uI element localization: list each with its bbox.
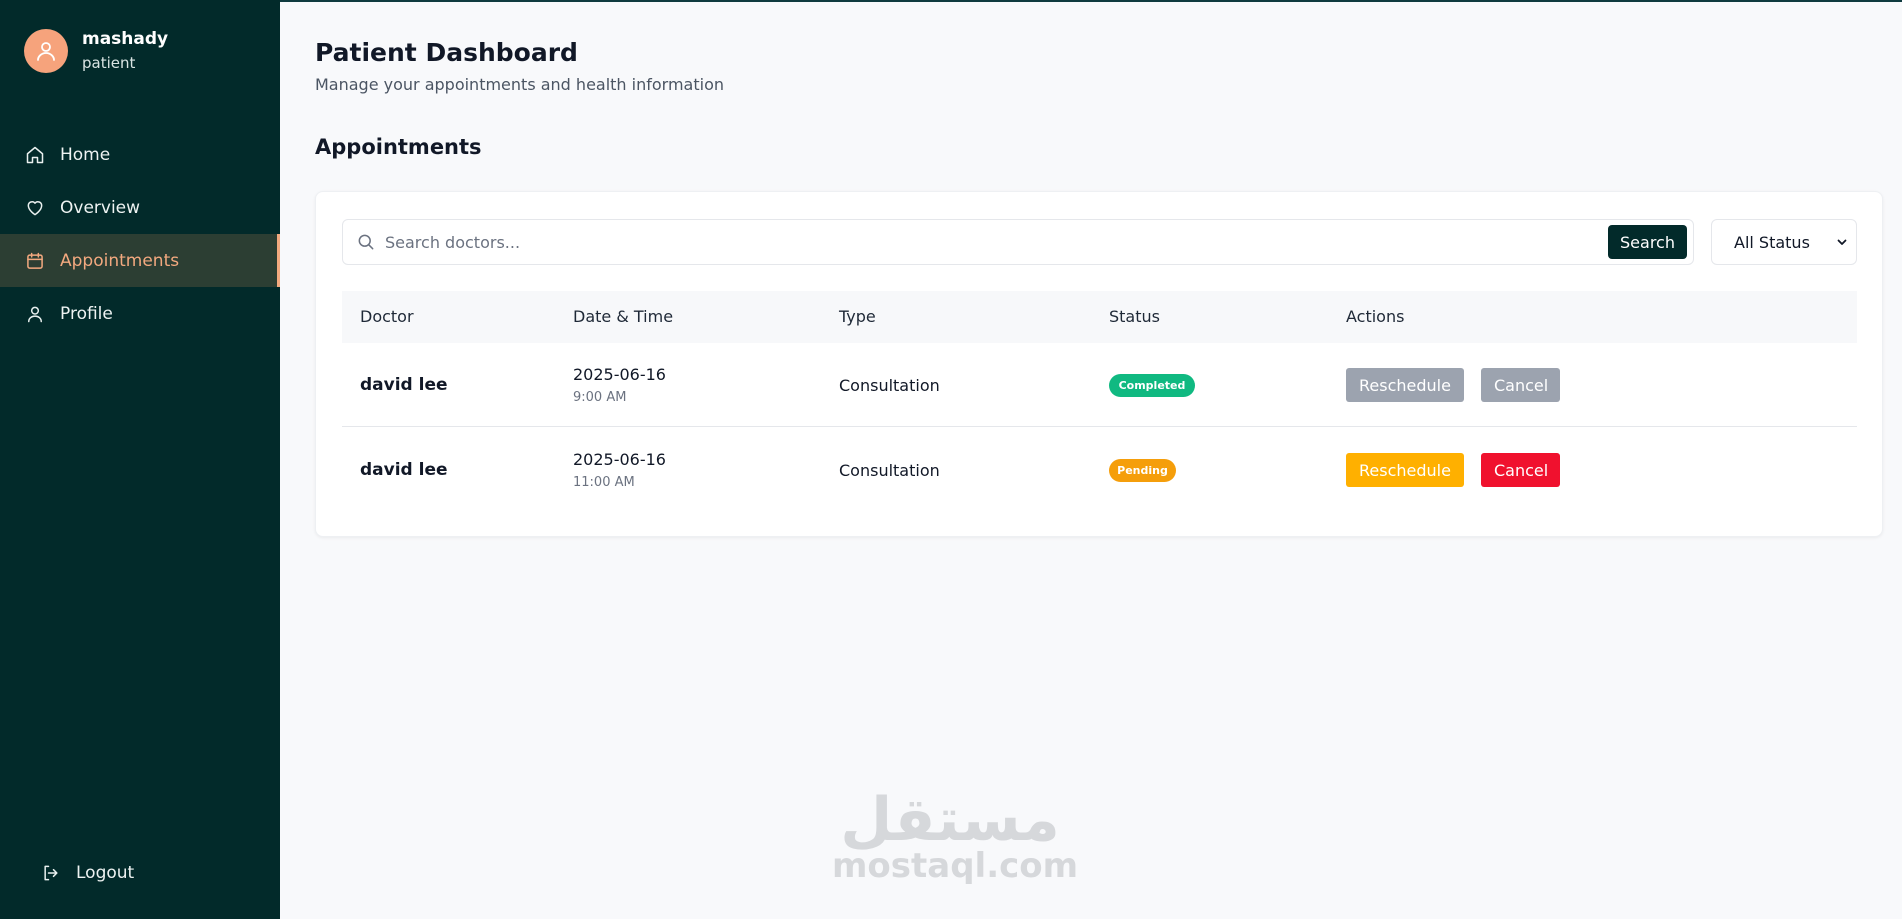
appointment-time: 9:00 AM xyxy=(573,390,627,405)
logout-label: Logout xyxy=(76,863,135,883)
sidebar-item-overview[interactable]: Overview xyxy=(0,181,280,234)
section-title: Appointments xyxy=(315,135,482,159)
doctor-name: david lee xyxy=(360,460,448,480)
column-header-actions: Actions xyxy=(1346,307,1405,326)
user-role: patient xyxy=(82,54,136,72)
appointment-time: 11:00 AM xyxy=(573,475,635,490)
home-icon xyxy=(24,144,46,166)
watermark-latin: mostaql.com xyxy=(832,846,1079,886)
user-name: mashady xyxy=(82,29,169,49)
watermark: مستقل mostaql.com xyxy=(832,785,1079,886)
appointment-datetime: 2025-06-16 9:00 AM xyxy=(573,343,666,427)
cancel-button[interactable]: Cancel xyxy=(1481,453,1560,487)
main-content: Patient Dashboard Manage your appointmen… xyxy=(280,0,1902,919)
status-filter-select[interactable]: All Status xyxy=(1711,219,1857,265)
sidebar-item-profile[interactable]: Profile xyxy=(0,287,280,340)
watermark-arabic: مستقل xyxy=(840,785,1060,855)
appointment-date: 2025-06-16 xyxy=(573,450,666,469)
logout-button[interactable]: Logout xyxy=(40,862,134,884)
appointment-type: Consultation xyxy=(839,375,940,395)
chevron-down-icon xyxy=(1837,239,1847,245)
sidebar-item-label: Appointments xyxy=(60,250,180,271)
column-header-doctor: Doctor xyxy=(360,307,414,326)
actions-cell: Reschedule Cancel xyxy=(1346,343,1577,427)
sidebar-item-label: Profile xyxy=(60,303,113,324)
search-button[interactable]: Search xyxy=(1608,225,1687,259)
sidebar-nav: Home Overview Appointments Profile xyxy=(0,128,280,340)
page-title: Patient Dashboard xyxy=(315,38,578,67)
status-badge: Pending xyxy=(1109,458,1176,482)
column-header-type: Type xyxy=(839,307,876,326)
actions-cell: Reschedule Cancel xyxy=(1346,428,1577,512)
status-badge: Completed xyxy=(1109,373,1195,397)
sidebar-item-appointments[interactable]: Appointments xyxy=(0,234,280,287)
sidebar-item-home[interactable]: Home xyxy=(0,128,280,181)
column-header-status: Status xyxy=(1109,307,1160,326)
column-header-date-time: Date & Time xyxy=(573,307,674,326)
status-cell: Completed xyxy=(1109,343,1195,427)
calendar-icon xyxy=(24,250,46,272)
search-input[interactable] xyxy=(385,232,1608,252)
table-row: david lee 2025-06-16 11:00 AM Consultati… xyxy=(342,428,1857,512)
table-header: Doctor Date & Time Type Status Actions xyxy=(342,291,1857,343)
avatar xyxy=(24,29,68,73)
appointment-type: Consultation xyxy=(839,460,940,480)
user-avatar-icon xyxy=(37,42,55,61)
heart-icon xyxy=(24,197,46,219)
status-filter-value: All Status xyxy=(1734,232,1810,252)
sidebar: mashady patient Home Overview Appointmen… xyxy=(0,0,280,919)
table-row: david lee 2025-06-16 9:00 AM Consultatio… xyxy=(342,343,1857,427)
cancel-button[interactable]: Cancel xyxy=(1481,368,1560,402)
logout-icon xyxy=(40,862,62,884)
page-subtitle: Manage your appointments and health info… xyxy=(315,75,724,94)
search-icon xyxy=(355,231,377,253)
sidebar-item-label: Home xyxy=(60,144,111,165)
user-icon xyxy=(24,303,46,325)
appointment-date: 2025-06-16 xyxy=(573,365,666,384)
appointments-card: Search All Status Doctor Date & Time Typ… xyxy=(315,191,1883,537)
status-cell: Pending xyxy=(1109,428,1176,512)
reschedule-button[interactable]: Reschedule xyxy=(1346,368,1464,402)
sidebar-item-label: Overview xyxy=(60,197,141,218)
reschedule-button[interactable]: Reschedule xyxy=(1346,453,1464,487)
appointment-datetime: 2025-06-16 11:00 AM xyxy=(573,428,666,512)
user-profile: mashady patient xyxy=(24,28,168,74)
search-bar: Search xyxy=(342,219,1694,265)
doctor-name: david lee xyxy=(360,375,448,395)
